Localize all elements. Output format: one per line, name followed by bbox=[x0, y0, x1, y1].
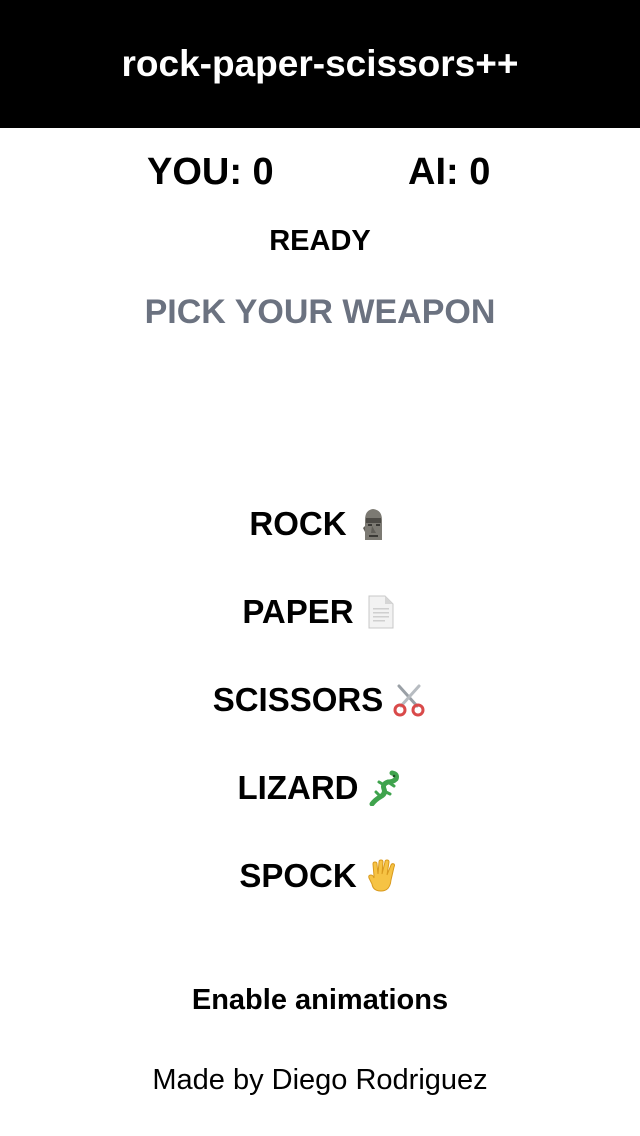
weapon-list: ROCK PAPER SCISSORS LIZARD SPOCK bbox=[0, 480, 640, 920]
moai-icon bbox=[355, 506, 391, 542]
weapon-label: LIZARD bbox=[237, 769, 359, 806]
game-status: READY bbox=[269, 225, 371, 257]
pick-prompt: PICK YOUR WEAPON bbox=[144, 293, 496, 331]
app: rock-paper-scissors++ YOU: 0 AI: 0 READY… bbox=[0, 0, 640, 1136]
vulcan-salute-icon bbox=[365, 858, 401, 894]
weapon-lizard-button[interactable]: LIZARD bbox=[0, 744, 640, 832]
ai-score: AI: 0 bbox=[408, 151, 491, 193]
weapon-label: ROCK bbox=[249, 505, 347, 542]
header-bar: rock-paper-scissors++ bbox=[0, 0, 640, 128]
app-title: rock-paper-scissors++ bbox=[121, 43, 519, 84]
page-icon bbox=[362, 594, 398, 630]
scissors-icon bbox=[391, 682, 427, 718]
weapon-label: SCISSORS bbox=[212, 681, 384, 718]
lizard-icon bbox=[366, 770, 402, 806]
weapon-scissors-button[interactable]: SCISSORS bbox=[0, 656, 640, 744]
weapon-label: PAPER bbox=[242, 593, 354, 630]
weapon-paper-button[interactable]: PAPER bbox=[0, 568, 640, 656]
enable-animations-button[interactable]: Enable animations bbox=[0, 980, 640, 1020]
weapon-rock-button[interactable]: ROCK bbox=[0, 480, 640, 568]
weapon-label: SPOCK bbox=[239, 857, 357, 894]
weapon-spock-button[interactable]: SPOCK bbox=[0, 832, 640, 920]
footer-credit: Made by Diego Rodriguez bbox=[152, 1064, 488, 1096]
player-score: YOU: 0 bbox=[147, 151, 274, 193]
